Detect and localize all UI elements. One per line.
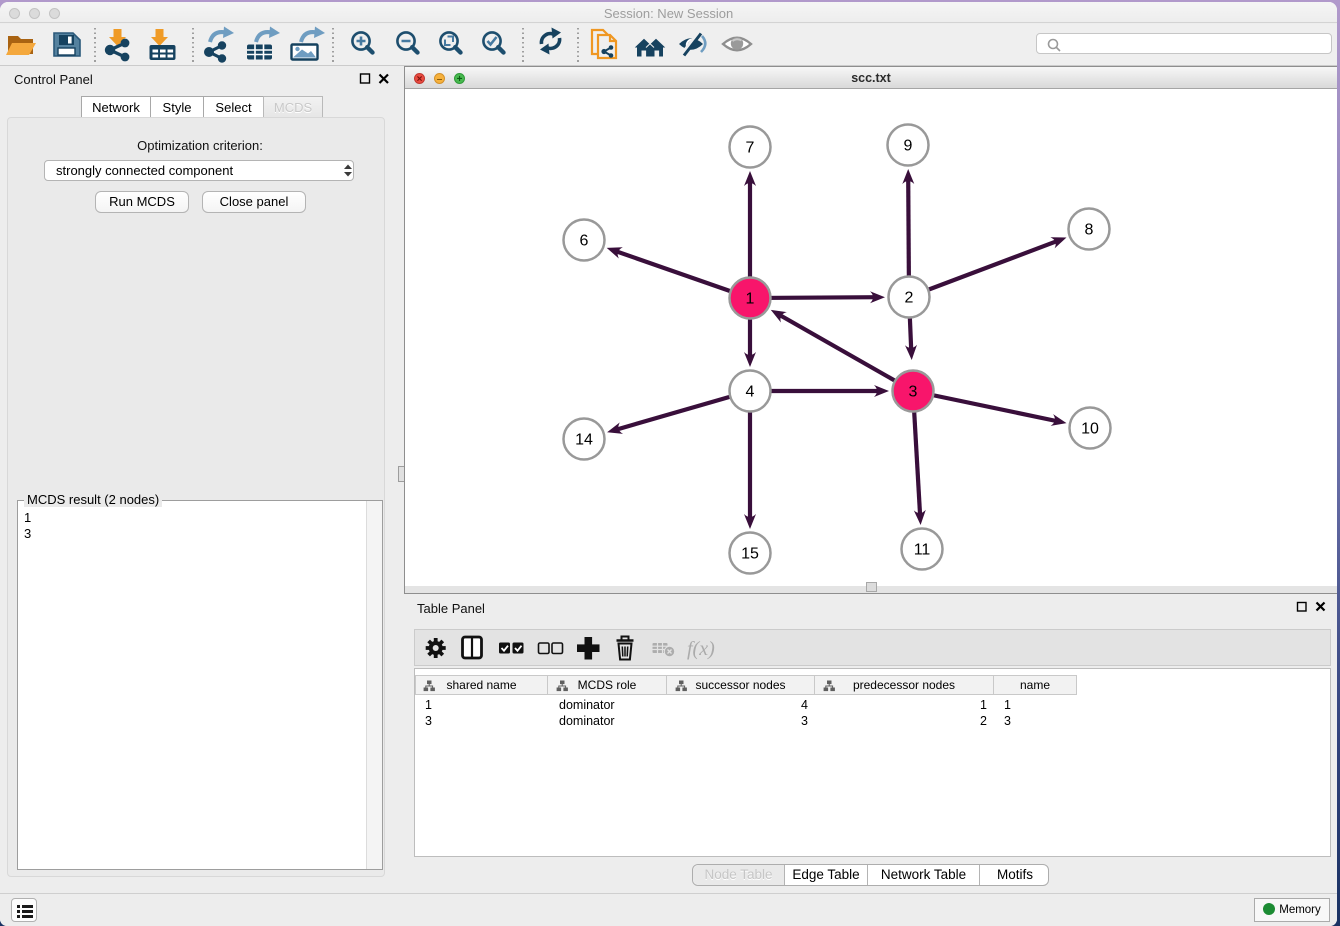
svg-text:2: 2 — [905, 289, 914, 306]
svg-text:f(x): f(x) — [687, 638, 715, 660]
svg-text:1: 1 — [746, 290, 755, 307]
svg-text:6: 6 — [580, 232, 589, 249]
svg-text:14: 14 — [575, 431, 593, 448]
svg-text:10: 10 — [1081, 420, 1099, 437]
svg-text:11: 11 — [914, 541, 931, 558]
svg-text:7: 7 — [746, 139, 755, 156]
svg-text:3: 3 — [909, 383, 918, 400]
svg-text:9: 9 — [904, 137, 913, 154]
svg-text:4: 4 — [746, 383, 755, 400]
svg-text:8: 8 — [1085, 221, 1094, 238]
svg-text:15: 15 — [741, 545, 759, 562]
